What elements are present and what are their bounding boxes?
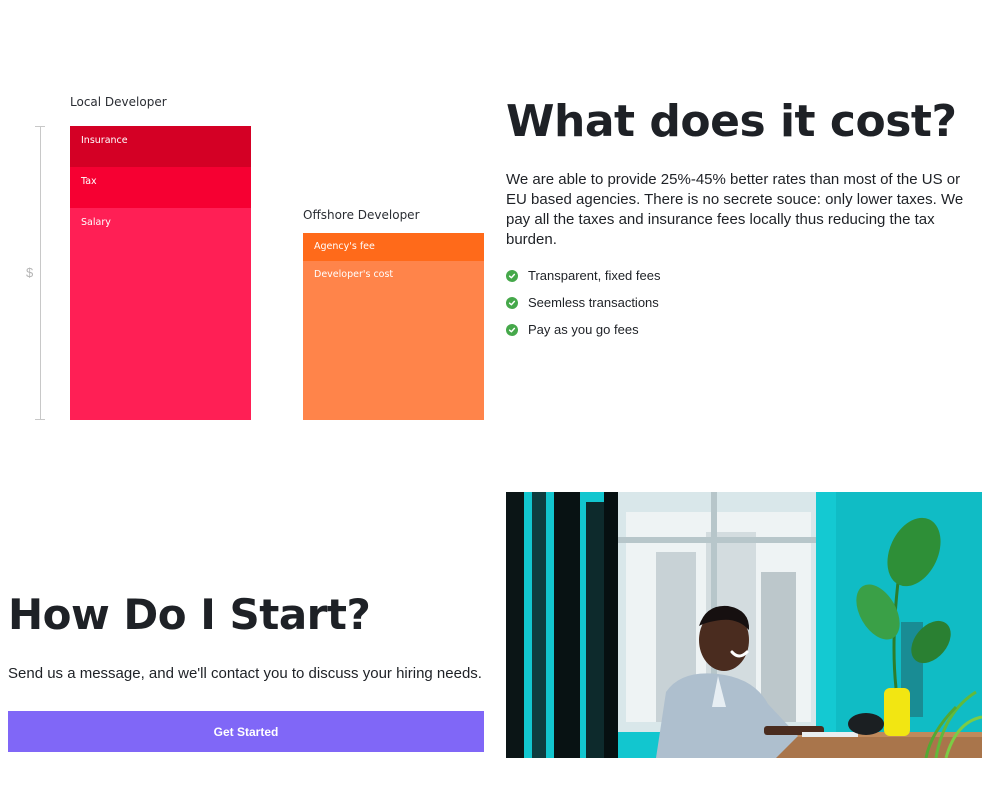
benefit-label: Transparent, fixed fees [528,268,661,283]
cost-axis-tick-bottom [35,419,45,420]
benefit-item: Transparent, fixed fees [506,262,660,289]
check-circle-icon [506,323,518,336]
benefit-label: Seemless transactions [528,295,659,310]
salary-segment: Salary [70,208,251,420]
offshore-developer-stack: Agency's fee Developer's cost [303,233,484,420]
cost-section-body: We are able to provide 25%-45% better ra… [506,171,964,248]
cost-axis-tick-top [35,126,45,127]
agency-fee-segment-label: Agency's fee [314,241,375,252]
cost-axis-symbol: $ [26,265,34,280]
offshore-developer-label: Offshore Developer [303,208,420,222]
tax-segment: Tax [70,167,251,208]
insurance-segment-label: Insurance [81,135,128,146]
start-section-title: How Do I Start? [8,590,371,639]
salary-segment-label: Salary [81,217,111,228]
benefit-item: Seemless transactions [506,289,660,316]
developer-cost-segment: Developer's cost [303,261,484,420]
cost-axis-line [40,126,41,420]
insurance-segment: Insurance [70,126,251,167]
benefit-label: Pay as you go fees [528,322,639,337]
local-developer-stack: Insurance Tax Salary [70,126,251,420]
developer-cost-segment-label: Developer's cost [314,269,394,280]
tax-segment-label: Tax [81,176,97,187]
get-started-button[interactable]: Get Started [8,711,484,752]
cost-section-title: What does it cost? [506,96,957,147]
office-photo [506,492,982,758]
benefit-item: Pay as you go fees [506,316,660,343]
agency-fee-segment: Agency's fee [303,233,484,261]
benefits-list: Transparent, fixed fees Seemless transac… [506,262,660,343]
start-section-body: Send us a message, and we'll contact you… [8,665,482,682]
check-circle-icon [506,269,518,282]
local-developer-label: Local Developer [70,95,167,109]
check-circle-icon [506,296,518,309]
